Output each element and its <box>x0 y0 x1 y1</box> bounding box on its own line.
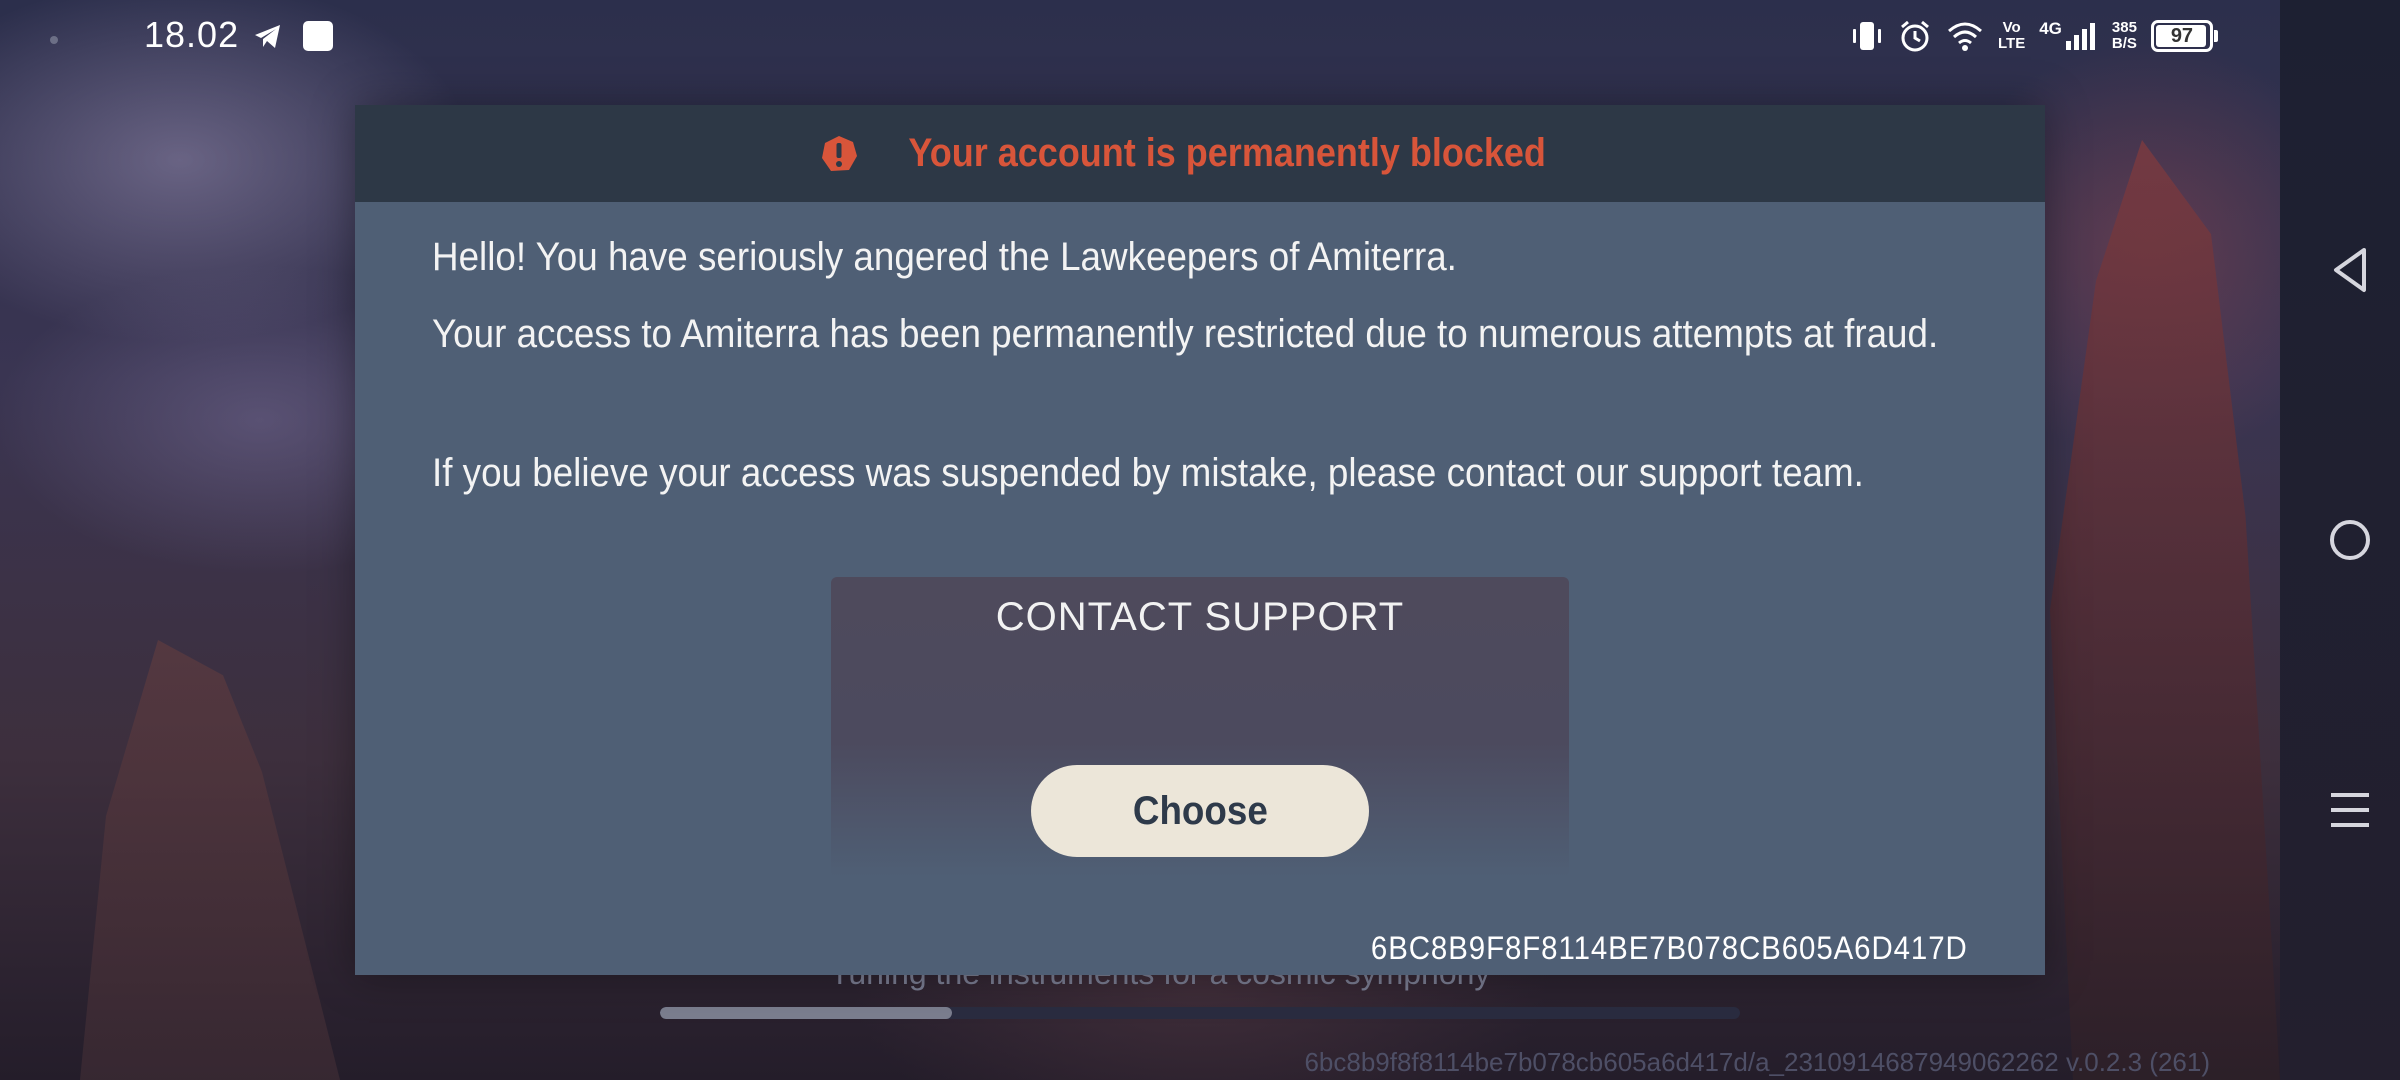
app-square-icon <box>303 21 333 51</box>
navigation-bar <box>2300 0 2400 1080</box>
message-contact: If you believe your access was suspended… <box>432 451 1864 495</box>
home-icon <box>2330 520 2370 560</box>
signal-4g-icon: 4G <box>2039 19 2098 51</box>
volte-top-text: Vo <box>2002 19 2021 36</box>
account-blocked-dialog: Your account is permanently blocked Hell… <box>355 105 2045 975</box>
signal-bars-icon <box>2065 23 2095 50</box>
wifi-icon <box>1948 22 1982 51</box>
choose-button[interactable]: Choose <box>1031 765 1369 857</box>
notification-dot <box>50 36 58 44</box>
back-icon <box>2334 248 2366 292</box>
dialog-title: Your account is permanently blocked <box>908 131 1546 175</box>
dialog-header: Your account is permanently blocked <box>355 105 2045 202</box>
build-info-text: 6bc8b9f8f8114be7b078cb605a6d417d/a_23109… <box>1304 1047 2210 1077</box>
message-restriction: Your access to Amiterra has been permane… <box>432 312 1939 356</box>
loading-progress-bar <box>660 1007 1740 1019</box>
vibrate-icon <box>1853 22 1881 50</box>
message-greeting: Hello! You have seriously angered the La… <box>432 235 1457 279</box>
alarm-icon <box>1901 20 1929 52</box>
telegram-icon <box>255 25 280 48</box>
battery-icon: 97 <box>2150 20 2218 52</box>
network-speed-value: 385 <box>2111 19 2137 36</box>
status-bar: 18.02 Vo LTE 4G 385 B/S 97 <box>0 0 2400 72</box>
home-button[interactable] <box>2318 508 2382 572</box>
contact-support-title: CONTACT SUPPORT <box>995 595 1405 639</box>
alert-icon <box>821 135 857 171</box>
menu-icon <box>2331 793 2369 827</box>
back-button[interactable] <box>2318 238 2382 302</box>
network-type-text: 4G <box>2039 19 2062 38</box>
system-status-icons: Vo LTE 4G 385 B/S 97 <box>1850 14 2218 58</box>
contact-support-panel: CONTACT SUPPORT Choose <box>831 577 1569 877</box>
network-speed: 385 B/S <box>2112 20 2137 52</box>
battery-percent: 97 <box>2170 24 2194 47</box>
network-speed-unit: B/S <box>2111 35 2137 52</box>
device-id-text: 6BC8B9F8F8114BE7B078CB605A6D417D <box>1371 930 1968 966</box>
volte-bottom-text: LTE <box>1998 35 2026 52</box>
choose-button-label: Choose <box>1132 788 1268 833</box>
volte-icon: Vo LTE <box>1998 20 2025 52</box>
loading-progress-fill <box>660 1007 952 1019</box>
status-time: 18.02 <box>144 14 240 55</box>
recents-button[interactable] <box>2318 778 2382 842</box>
